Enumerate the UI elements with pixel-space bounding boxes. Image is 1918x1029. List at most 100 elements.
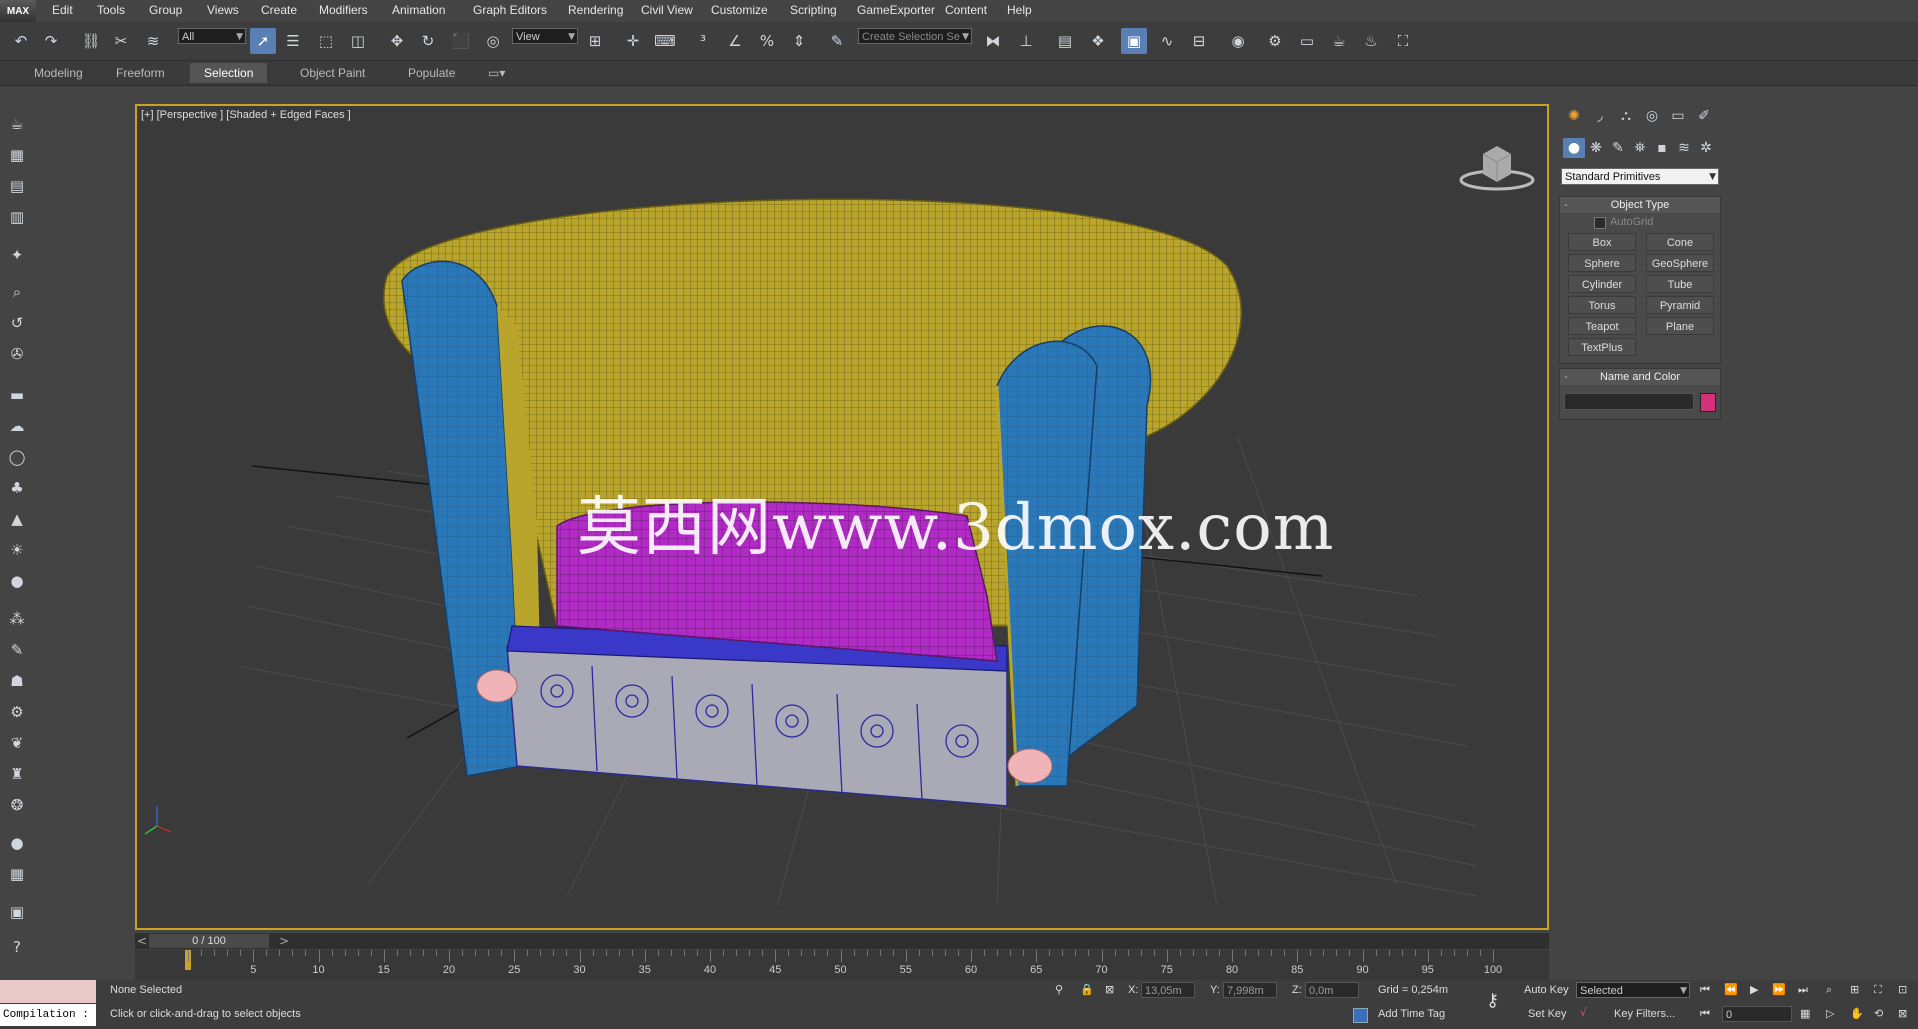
menu-views[interactable]: Views bbox=[207, 3, 239, 17]
menu-civil-view[interactable]: Civil View bbox=[641, 3, 693, 17]
utilities-tab-icon[interactable]: ✐ bbox=[1693, 106, 1715, 126]
figure-icon[interactable]: ☗ bbox=[5, 669, 29, 693]
layer-icon[interactable]: ▤ bbox=[1052, 28, 1078, 54]
render-setup-icon[interactable]: ⚙ bbox=[1262, 28, 1288, 54]
scale-icon[interactable]: ⬛ bbox=[448, 28, 474, 54]
isolate-icon[interactable]: ⚲ bbox=[1055, 983, 1063, 996]
systems-icon[interactable]: ✲ bbox=[1695, 138, 1717, 158]
paint-icon[interactable]: ✎ bbox=[5, 638, 29, 662]
modify-tab-icon[interactable]: ◞ bbox=[1589, 106, 1611, 126]
move-icon[interactable]: ✥ bbox=[384, 28, 410, 54]
menu-modifiers[interactable]: Modifiers bbox=[319, 3, 368, 17]
track-bar[interactable]: 5 10 15 20 25 30 35 40 45 50 55 60 65 70 75 80 85 90 95 100 bbox=[135, 950, 1549, 980]
manipulate-icon[interactable]: ✛ bbox=[620, 28, 646, 54]
maximize-viewport-icon[interactable]: ⊠ bbox=[1898, 1007, 1907, 1020]
film-icon[interactable]: ▤ bbox=[5, 174, 29, 198]
hierarchy-tab-icon[interactable]: ⛬ bbox=[1615, 106, 1637, 126]
set-key-mode-icon[interactable]: ⚷ bbox=[1486, 990, 1499, 1011]
plant-icon[interactable]: ❦ bbox=[5, 731, 29, 755]
time-slider[interactable]: 0 / 100 bbox=[149, 934, 269, 948]
tab-object-paint[interactable]: Object Paint bbox=[286, 63, 379, 83]
app-logo[interactable]: MAX bbox=[0, 0, 36, 22]
next-frame-button[interactable]: > bbox=[279, 934, 289, 948]
curve-editor-icon[interactable]: ∿ bbox=[1154, 28, 1180, 54]
go-to-start-icon[interactable]: ⏮ bbox=[1700, 983, 1710, 997]
absolute-mode-icon[interactable]: ⊠ bbox=[1105, 983, 1114, 996]
add-time-tag[interactable]: Add Time Tag bbox=[1378, 1008, 1445, 1020]
table-icon[interactable]: ▥ bbox=[5, 205, 29, 229]
folder-icon[interactable]: ▬ bbox=[5, 383, 29, 407]
set-key-button[interactable]: Set Key bbox=[1528, 1008, 1567, 1020]
zoom-extents-icon[interactable]: ⛶ bbox=[1874, 983, 1882, 997]
time-slider-track[interactable]: < 0 / 100 > bbox=[135, 933, 1549, 949]
teapot-icon[interactable]: ☕ bbox=[5, 112, 29, 136]
ball-icon[interactable]: ● bbox=[5, 831, 29, 855]
render-setup-icon[interactable]: ▦ bbox=[5, 143, 29, 167]
tab-freeform[interactable]: Freeform bbox=[102, 63, 179, 83]
z-coordinate-field[interactable]: 0,0m bbox=[1305, 982, 1359, 998]
autogrid-checkbox[interactable] bbox=[1594, 217, 1606, 229]
key-filters-button[interactable]: Key Filters... bbox=[1614, 1008, 1675, 1020]
render-icon[interactable]: ☕ bbox=[1326, 28, 1352, 54]
gear-icon[interactable]: ⚙ bbox=[5, 700, 29, 724]
field-of-view-icon[interactable]: ▷ bbox=[1826, 1007, 1834, 1020]
torus-button[interactable]: Torus bbox=[1568, 296, 1636, 314]
sphere-icon[interactable]: ◯ bbox=[5, 445, 29, 469]
lock-icon[interactable]: 🔒 bbox=[1080, 983, 1094, 996]
tube-button[interactable]: Tube bbox=[1646, 275, 1714, 293]
display-tab-icon[interactable]: ▭ bbox=[1667, 106, 1689, 126]
grid-icon[interactable]: ▦ bbox=[5, 862, 29, 886]
cloud-icon[interactable]: ☁ bbox=[5, 414, 29, 438]
current-frame-field[interactable]: 0 bbox=[1722, 1006, 1792, 1022]
cameras-icon[interactable]: ⛯ bbox=[1629, 138, 1651, 158]
film-reel-icon[interactable]: ✇ bbox=[5, 342, 29, 366]
menu-animation[interactable]: Animation bbox=[392, 3, 445, 17]
x-coordinate-field[interactable]: 13,05m bbox=[1141, 982, 1195, 998]
rect-region-icon[interactable]: ⬚ bbox=[313, 28, 339, 54]
menu-graph-editors[interactable]: Graph Editors bbox=[473, 3, 547, 17]
menu-rendering[interactable]: Rendering bbox=[568, 3, 623, 17]
grass-icon[interactable]: ♣ bbox=[5, 476, 29, 500]
zoom-extents-all-icon[interactable]: ⊡ bbox=[1898, 983, 1907, 996]
schematic-icon[interactable]: ⊟ bbox=[1186, 28, 1212, 54]
unlink-icon[interactable]: ✂ bbox=[108, 28, 134, 54]
menu-gameexporter[interactable]: GameExporter bbox=[857, 3, 935, 17]
cylinder-button[interactable]: Cylinder bbox=[1568, 275, 1636, 293]
angle-snap-icon[interactable]: ∠ bbox=[722, 28, 748, 54]
name-and-color-header[interactable]: - Name and Color bbox=[1560, 369, 1720, 385]
perspective-viewport[interactable]: [+] [Perspective ] [Shaded + Edged Faces… bbox=[135, 104, 1549, 930]
plane-button[interactable]: Plane bbox=[1646, 317, 1714, 335]
cone-icon[interactable]: ▲ bbox=[5, 507, 29, 531]
place-icon[interactable]: ◎ bbox=[480, 28, 506, 54]
link-icon[interactable]: ⛓ bbox=[78, 28, 104, 54]
pyramid-button[interactable]: Pyramid bbox=[1646, 296, 1714, 314]
bulb-icon[interactable]: ● bbox=[5, 569, 29, 593]
percent-snap-icon[interactable]: % bbox=[754, 28, 780, 54]
render-frame-icon[interactable]: ▭ bbox=[1294, 28, 1320, 54]
pan-icon[interactable]: ✋ bbox=[1850, 1007, 1864, 1020]
tangent-icon[interactable]: √ bbox=[1580, 1006, 1587, 1019]
scene-explorer-icon[interactable]: ❖ bbox=[1085, 28, 1111, 54]
menu-group[interactable]: Group bbox=[149, 3, 182, 17]
tab-selection[interactable]: Selection bbox=[190, 63, 268, 83]
object-name-field[interactable] bbox=[1564, 393, 1694, 410]
selection-filter-dropdown[interactable]: All ▼ bbox=[178, 28, 246, 44]
zoom-all-icon[interactable]: ⊞ bbox=[1850, 983, 1859, 996]
ref-coord-dropdown[interactable]: View ▼ bbox=[512, 28, 578, 44]
zoom-icon[interactable]: ⌕ bbox=[1826, 983, 1832, 997]
undo-icon[interactable]: ↶ bbox=[8, 28, 34, 54]
prev-frame-button[interactable]: < bbox=[137, 934, 147, 948]
snap-3d-icon[interactable]: ³ bbox=[690, 28, 716, 54]
auto-key-button[interactable]: Auto Key bbox=[1524, 984, 1569, 996]
mirror-icon[interactable]: ⧓ bbox=[980, 28, 1006, 54]
hf-icon[interactable]: ♜ bbox=[5, 762, 29, 786]
box-button[interactable]: Box bbox=[1568, 233, 1636, 251]
primitive-category-dropdown[interactable]: Standard Primitives ▼ bbox=[1561, 168, 1719, 185]
next-frame-icon[interactable]: ⏩ bbox=[1772, 983, 1786, 996]
material-editor-icon[interactable]: ◉ bbox=[1225, 28, 1251, 54]
object-color-swatch[interactable] bbox=[1700, 393, 1716, 412]
light-icon[interactable]: ✦ bbox=[5, 243, 29, 267]
spacewarps-icon[interactable]: ≋ bbox=[1673, 138, 1695, 158]
create-tab-icon[interactable]: ✺ bbox=[1563, 106, 1585, 126]
helpers-icon[interactable]: ▪ bbox=[1651, 138, 1673, 158]
